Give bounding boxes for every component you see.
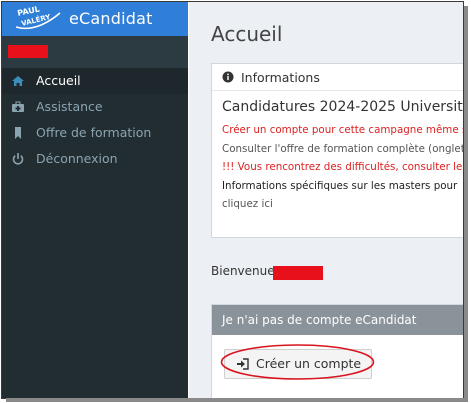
redacted-name [273, 266, 323, 280]
user-panel [2, 36, 188, 68]
power-icon [12, 153, 24, 165]
medkit-icon [12, 101, 24, 112]
no-account-box-header: Je n'ai pas de compte eCandidat [212, 305, 463, 335]
sidebar-item-label: Déconnexion [36, 151, 118, 166]
main-content: Accueil Informations Candidatures 2024-2… [189, 2, 464, 398]
app-window: PAUL VALÉRY eCandidat Accueil Assistance… [1, 1, 464, 399]
brand-name: eCandidat [69, 9, 153, 28]
training-offer-notice: Consulter l'offre de formation complète … [222, 142, 464, 155]
sign-in-icon [237, 358, 249, 370]
sidebar-item-assistance[interactable]: Assistance [2, 94, 188, 120]
create-account-label: Créer un compte [256, 356, 362, 371]
information-box-title: Informations [241, 70, 320, 85]
difficulties-notice: !!! Vous rencontrez des difficultés, con… [222, 161, 464, 173]
masters-info-notice: Informations spécifiques sur les masters… [222, 179, 458, 192]
bookmark-icon [15, 127, 21, 139]
info-circle-icon [222, 71, 234, 83]
sidebar-item-offre-de-formation[interactable]: Offre de formation [2, 120, 188, 146]
window-shadow-right [464, 6, 468, 400]
home-icon [12, 76, 24, 86]
sidebar-item-deconnexion[interactable]: Déconnexion [2, 146, 188, 172]
welcome-text: Bienvenue [211, 264, 275, 278]
redacted-username [8, 45, 48, 58]
university-logo: PAUL VALÉRY [15, 5, 61, 30]
create-account-button[interactable]: Créer un compte [224, 349, 372, 379]
sidebar-item-label: Accueil [36, 73, 81, 88]
sidebar: PAUL VALÉRY eCandidat Accueil Assistance… [2, 2, 188, 398]
window-shadow-bottom [6, 398, 468, 402]
no-account-box: Je n'ai pas de compte eCandidat Créer un… [211, 304, 463, 398]
click-here-link[interactable]: cliquez ici [222, 195, 463, 214]
sidebar-item-label: Offre de formation [36, 125, 152, 140]
information-box-body: Candidatures 2024-2025 Université Pa Cré… [222, 99, 464, 214]
page-title: Accueil [211, 22, 283, 46]
sidebar-menu: Accueil Assistance Offre de formation Dé… [2, 68, 188, 172]
sidebar-item-label: Assistance [36, 99, 103, 114]
create-account-notice: Créer un compte pour cette campagne même… [222, 124, 464, 136]
sidebar-item-accueil[interactable]: Accueil [2, 68, 188, 94]
campaign-title: Candidatures 2024-2025 Université Pa [222, 99, 463, 115]
no-account-box-title: Je n'ai pas de compte eCandidat [222, 313, 417, 327]
information-box: Informations Candidatures 2024-2025 Univ… [211, 63, 464, 238]
information-box-header: Informations [212, 64, 463, 91]
brand-bar[interactable]: PAUL VALÉRY eCandidat [2, 2, 188, 36]
